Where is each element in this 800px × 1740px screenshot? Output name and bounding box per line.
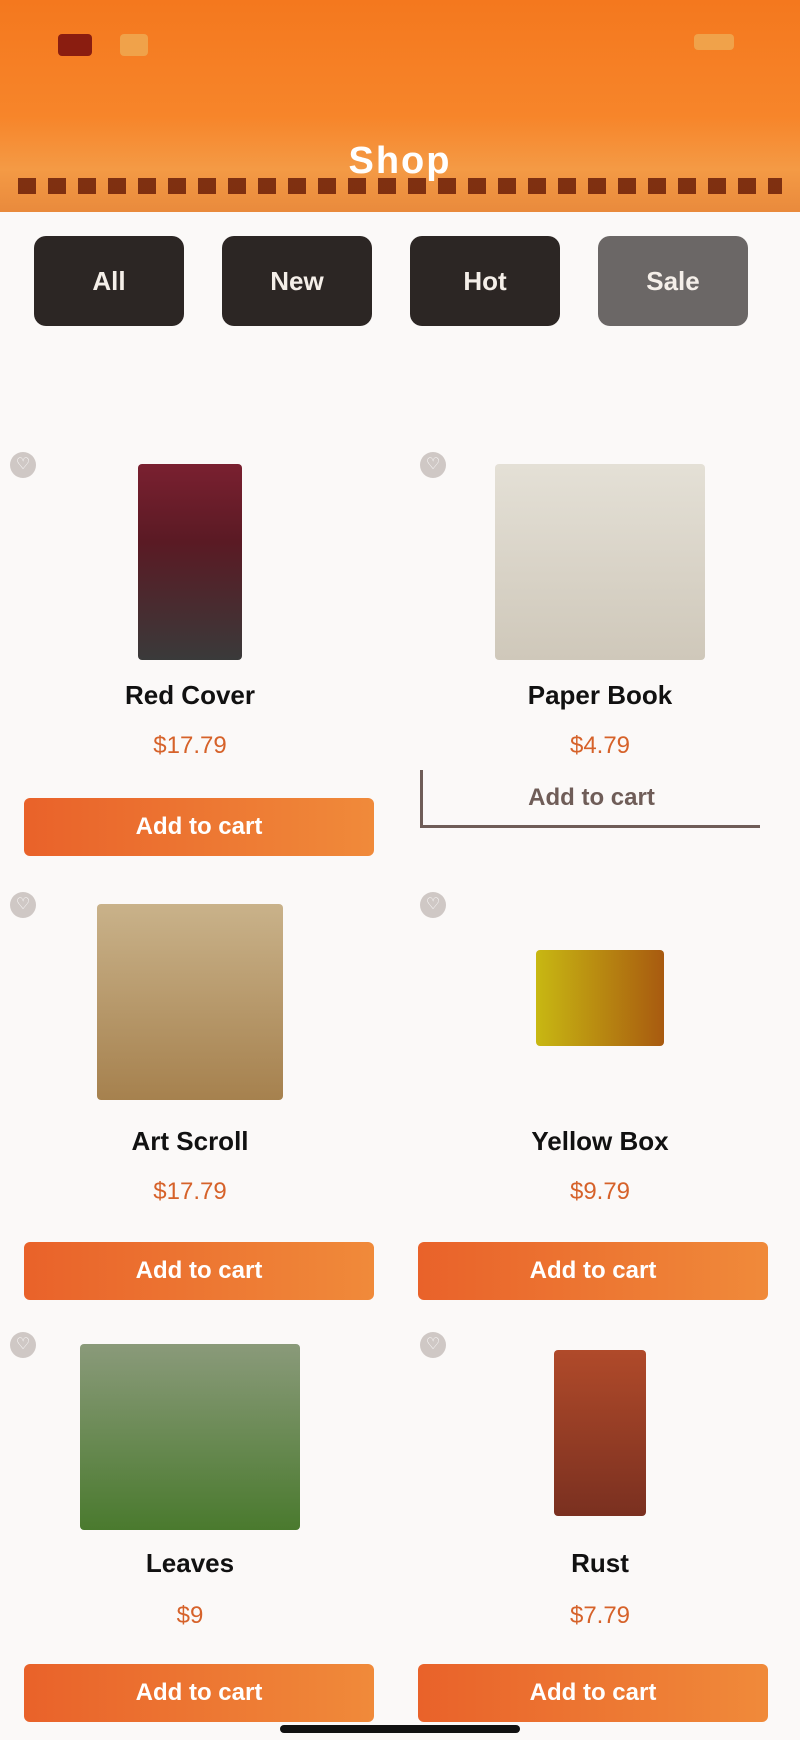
status-bar <box>58 34 148 56</box>
battery-icon <box>694 34 734 50</box>
add-to-cart-button[interactable]: Add to cart <box>24 1664 374 1722</box>
book-cover <box>495 464 705 660</box>
add-to-cart-button[interactable]: Add to cart <box>24 1242 374 1300</box>
favorite-icon[interactable]: ♡ <box>420 892 446 918</box>
product-title: Yellow Box <box>531 1126 669 1156</box>
product-price: $17.79 <box>153 732 227 759</box>
book-cover <box>554 1350 646 1516</box>
product-price: $4.79 <box>569 732 631 759</box>
add-to-cart-button[interactable]: Add to cart <box>418 1664 768 1722</box>
product-title: Paper Book <box>527 680 673 710</box>
tab-new[interactable]: New <box>222 236 372 326</box>
favorite-icon[interactable]: ♡ <box>420 1332 446 1358</box>
book-cover <box>80 1344 300 1530</box>
product-title: Art Scroll <box>131 1126 249 1156</box>
product-card[interactable]: ♡ Paper Book $4.79 Add to cart <box>410 440 790 860</box>
book-cover <box>536 950 664 1046</box>
add-to-cart-button[interactable]: Add to cart <box>418 1242 768 1300</box>
product-card[interactable]: ♡ Art Scroll $17.79 Add to cart <box>0 880 380 1300</box>
add-to-cart-button[interactable]: Add to cart <box>420 770 760 828</box>
tab-sale[interactable]: Sale <box>598 236 748 326</box>
record-icon <box>58 34 92 56</box>
product-price: $17.79 <box>153 1178 227 1205</box>
product-price: $9 <box>176 1602 204 1629</box>
product-title: Red Cover <box>124 680 256 710</box>
favorite-icon[interactable]: ♡ <box>420 452 446 478</box>
category-tabs: All New Hot Sale <box>34 236 748 326</box>
tab-all[interactable]: All <box>34 236 184 326</box>
product-price: $7.79 <box>569 1602 631 1629</box>
product-card[interactable]: ♡ Rust $7.79 Add to cart <box>410 1320 790 1740</box>
page-title: Shop <box>348 140 452 182</box>
product-card[interactable]: ♡ Red Cover $17.79 Add to cart <box>0 440 380 860</box>
product-title: Leaves <box>145 1548 235 1578</box>
product-card[interactable]: ♡ Leaves $9 Add to cart <box>0 1320 380 1740</box>
product-card[interactable]: ♡ Yellow Box $9.79 Add to cart <box>410 880 790 1300</box>
header-pattern <box>18 178 782 194</box>
favorite-icon[interactable]: ♡ <box>10 892 36 918</box>
add-to-cart-button[interactable]: Add to cart <box>24 798 374 856</box>
signal-icon <box>120 34 148 56</box>
app-header: Shop <box>0 0 800 212</box>
book-cover <box>138 464 242 660</box>
product-title: Rust <box>571 1548 629 1578</box>
home-indicator[interactable] <box>280 1725 520 1733</box>
tab-hot[interactable]: Hot <box>410 236 560 326</box>
product-price: $9.79 <box>569 1178 631 1205</box>
favorite-icon[interactable]: ♡ <box>10 452 36 478</box>
book-cover <box>97 904 283 1100</box>
favorite-icon[interactable]: ♡ <box>10 1332 36 1358</box>
